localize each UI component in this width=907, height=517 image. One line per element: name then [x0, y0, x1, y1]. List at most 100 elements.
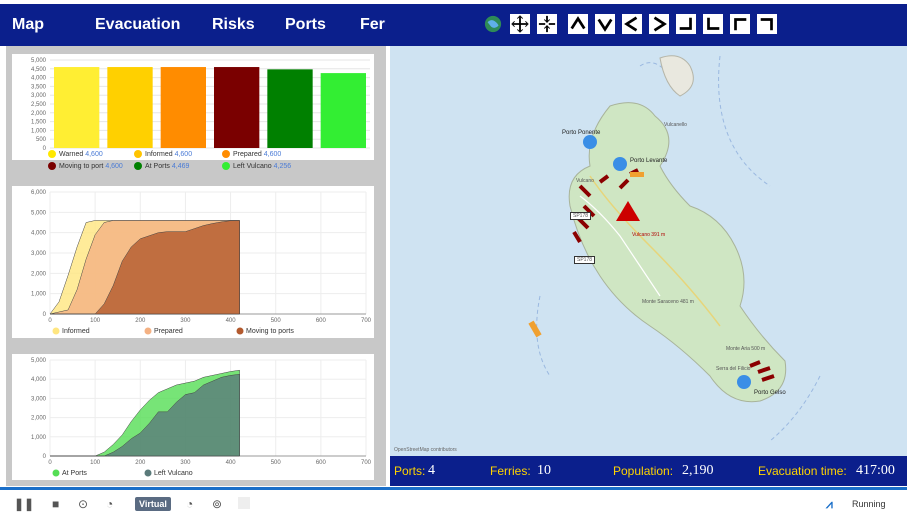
legend-label: At Ports [62, 470, 87, 477]
ferries-label: Ferries: [490, 464, 531, 478]
ferries-value: 10 [537, 463, 551, 478]
run-state: Running [852, 499, 886, 509]
zoom-out-icon[interactable] [537, 14, 557, 34]
map-navigation-bar [386, 4, 907, 46]
x-tick-label: 700 [361, 460, 372, 466]
status-bar-chart: 0 500 1,000 1,500 2,000 2,500 3,000 3,500 4,000 4… [31, 58, 370, 152]
y-tick-label: 3,000 [31, 93, 47, 99]
main-menu: Map Evacuation Risks Ports Ferries [0, 4, 413, 46]
speed-dial-icon[interactable]: ◔ [106, 497, 113, 511]
y-tick-label: 1,000 [31, 435, 47, 441]
legend-value: 4,469 [171, 162, 190, 170]
legend-informed: Informed 4,600 [134, 150, 192, 158]
top-bar: Map Evacuation Risks Ports Ferries [0, 0, 907, 46]
legend-dot [236, 327, 244, 335]
legend-label: Left Vulcano [233, 162, 272, 170]
legend-dot [222, 150, 230, 158]
zoom-in-icon[interactable] [510, 14, 530, 34]
pause-icon[interactable]: ❚❚ [14, 497, 34, 511]
legend-dot [52, 327, 60, 335]
map-view[interactable]: Porto Ponente Porto Levante Porto Gelso … [390, 46, 907, 456]
x-tick-label: 700 [361, 318, 372, 324]
place-label: Serra del Filicio [716, 366, 751, 372]
y-tick-label: 2,000 [31, 111, 47, 117]
x-tick-label: 400 [226, 460, 237, 466]
pan-up-right-icon[interactable] [757, 14, 777, 34]
pan-left-icon[interactable] [622, 14, 642, 34]
port-gelso-icon[interactable] [737, 375, 751, 389]
legend-dot [144, 327, 152, 335]
legend-value: 4,600 [85, 150, 103, 158]
pan-down-right-icon[interactable] [676, 14, 696, 34]
x-tick-label: 200 [135, 318, 146, 324]
legend-label: Left Vulcano [154, 470, 193, 477]
legend-moving: Moving to port 4,600 [48, 162, 123, 170]
y-tick-label: 2,500 [31, 102, 47, 108]
pan-down-icon[interactable] [595, 14, 615, 34]
y-tick-label: 3,000 [31, 396, 47, 402]
bar [320, 73, 366, 148]
preparation-area-chart-box: 0 1,000 2,000 3,000 4,000 5,000 6,000 0 100 200 30… [12, 186, 374, 338]
legend-label: Prepared [233, 150, 262, 158]
y-tick-label: 0 [43, 454, 47, 460]
arrival-area-chart: 0 1,000 2,000 3,000 4,000 5,000 0 100 200 300 400 5… [31, 358, 372, 477]
port-label: Porto Levante [630, 158, 668, 164]
y-tick-label: 2,000 [31, 416, 47, 422]
x-tick-label: 500 [271, 318, 282, 324]
blank-toggle[interactable] [238, 497, 250, 509]
menu-ports[interactable]: Ports [285, 16, 326, 34]
legend-at-ports: At Ports 4,469 [134, 162, 189, 170]
ferry-icon[interactable] [528, 320, 542, 338]
y-tick-label: 5,000 [31, 358, 47, 364]
stop-icon[interactable]: ■ [52, 497, 59, 511]
y-tick-label: 6,000 [31, 190, 47, 196]
ferry-icon[interactable] [630, 172, 644, 177]
bar [54, 67, 100, 148]
x-tick-label: 500 [271, 460, 282, 466]
step-icon[interactable]: ⊙ [78, 497, 88, 511]
place-label: Vulcanello [664, 122, 687, 128]
legend-label: Informed [145, 150, 173, 158]
y-tick-label: 5,000 [31, 58, 47, 64]
pan-right-icon[interactable] [649, 14, 669, 34]
pan-up-icon[interactable] [568, 14, 588, 34]
anylogic-logo-icon: ⩘ [826, 497, 833, 511]
port-label: Porto Ponente [562, 130, 601, 136]
more-icon[interactable]: ⊚ [212, 497, 222, 511]
preparation-area-chart: 0 1,000 2,000 3,000 4,000 5,000 6,000 0 100 200 30… [31, 190, 372, 335]
playback-bar: ❚❚ ■ ⊙ ◔ Virtual ◔ ⊚ ⩘ Running [0, 487, 907, 517]
y-tick-label: 4,000 [31, 231, 47, 237]
island-map[interactable] [390, 46, 907, 456]
y-tick-label: 4,000 [31, 76, 47, 82]
port-levante-icon[interactable] [613, 157, 627, 171]
x-tick-label: 0 [48, 318, 52, 324]
pan-down-left-icon[interactable] [703, 14, 723, 34]
y-tick-label: 1,500 [31, 120, 47, 126]
y-tick-label: 5,000 [31, 210, 47, 216]
ports-label: Ports: [394, 464, 426, 478]
legend-value: 4,256 [273, 162, 292, 170]
x-tick-label: 100 [90, 460, 101, 466]
y-tick-label: 500 [36, 137, 47, 143]
y-tick-label: 4,000 [31, 377, 47, 383]
menu-map[interactable]: Map [12, 16, 44, 34]
legend-prepared: Prepared 4,600 [222, 150, 281, 158]
clock-icon[interactable]: ◔ [186, 497, 193, 511]
legend-dot [52, 469, 60, 477]
menu-risks[interactable]: Risks [212, 16, 255, 34]
road-label: SP178 [574, 256, 596, 264]
legend-dot [134, 150, 142, 158]
population-label: Population: [613, 464, 674, 478]
menu-evacuation[interactable]: Evacuation [95, 16, 180, 34]
port-ponente-icon[interactable] [583, 135, 597, 149]
status-bar: Ports: 4 Ferries: 10 Population: 2,190 E… [390, 456, 907, 486]
globe-icon[interactable] [483, 14, 503, 34]
pan-up-left-icon[interactable] [730, 14, 750, 34]
y-tick-label: 0 [43, 146, 47, 152]
evacuation-time-label: Evacuation time: [758, 464, 847, 478]
virtual-time-button[interactable]: Virtual [135, 497, 171, 511]
bar [160, 67, 206, 148]
x-tick-label: 100 [90, 318, 101, 324]
y-tick-label: 4,500 [31, 67, 47, 73]
evacuation-charts-panel: 0 500 1,000 1,500 2,000 2,500 3,000 3,500 4,000 4… [6, 46, 386, 486]
